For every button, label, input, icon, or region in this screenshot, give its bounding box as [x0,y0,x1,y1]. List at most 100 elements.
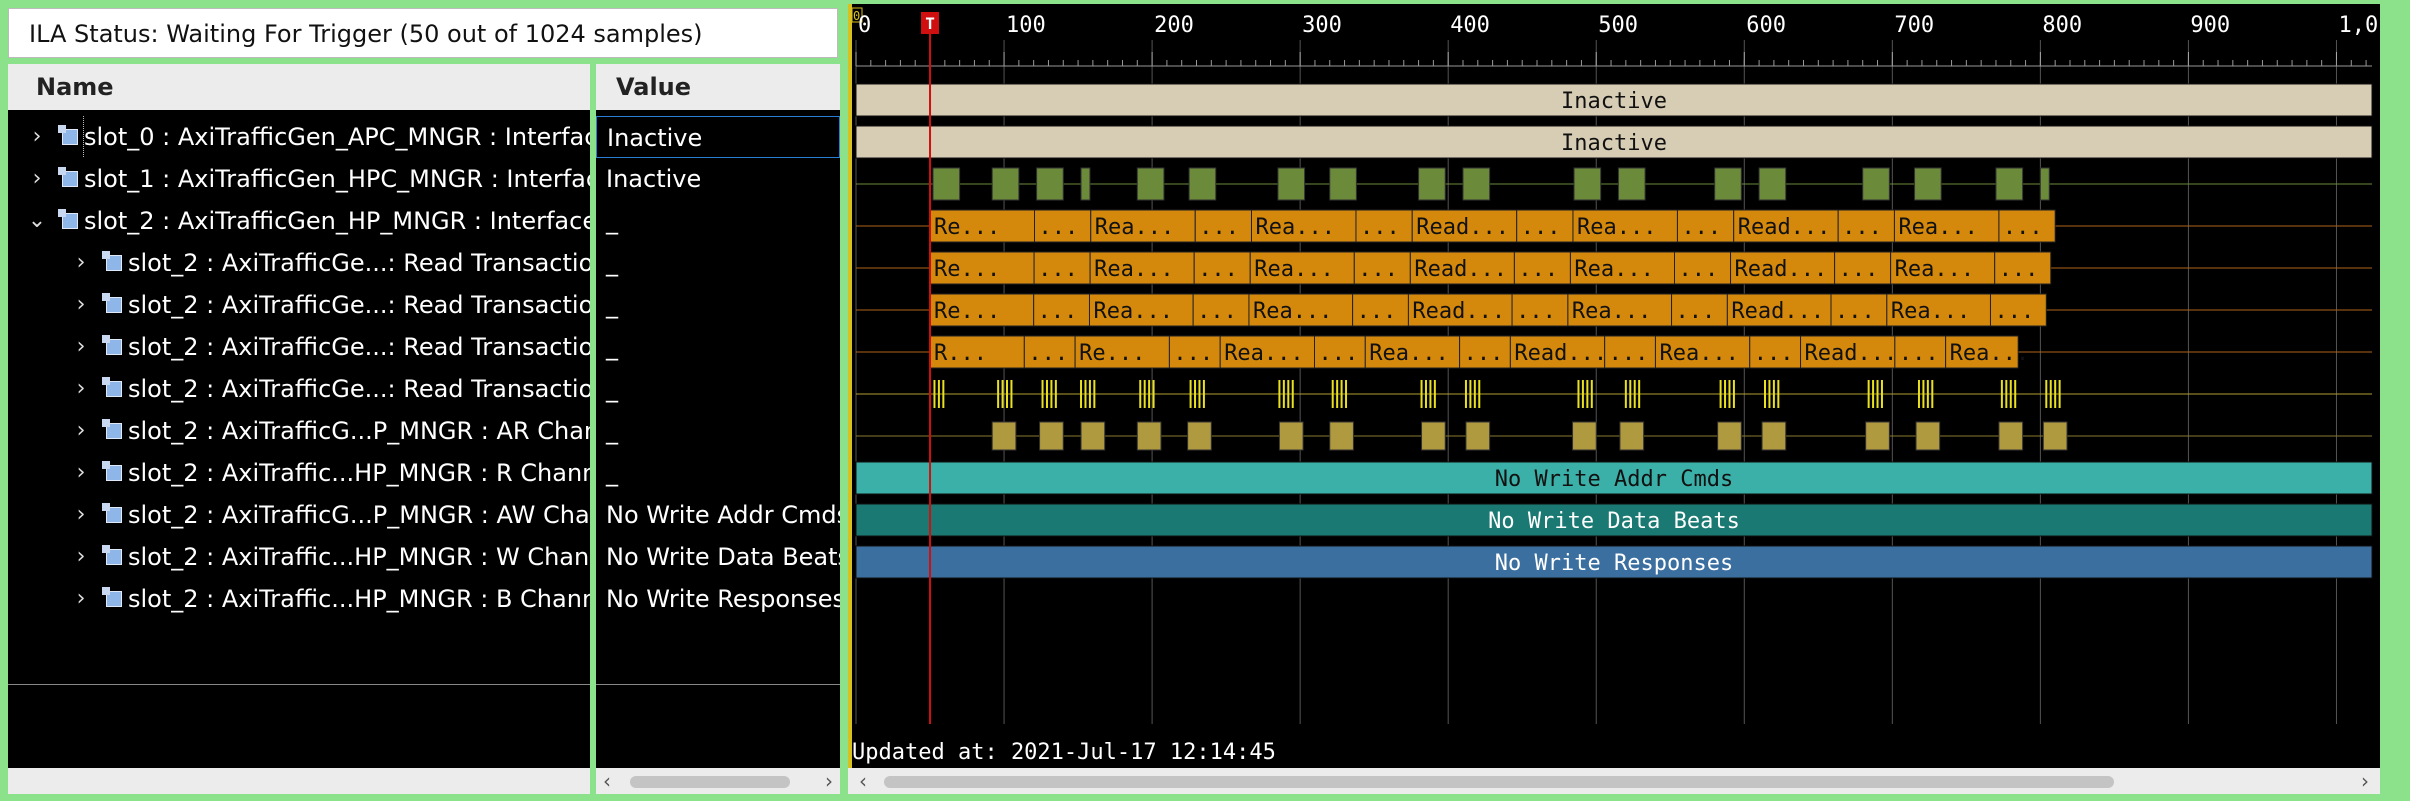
read-transaction-label: Read... [1414,257,1507,282]
signal-row[interactable]: › slot_1 : AxiTrafficGen_HPC_MNGR : Inter… [8,158,590,200]
interface-activity-block [1277,167,1306,201]
read-transaction-label: ... [1994,299,2034,324]
signal-value[interactable]: No Write Addr Cmds [596,494,840,536]
chevron-down-icon[interactable]: ⌄ [22,200,52,242]
r-data-beat-group [991,421,1017,451]
r-data-beat-group [1187,421,1212,451]
signal-name: slot_2 : AxiTrafficG...P_MNGR : AR Chann… [128,417,590,445]
chevron-right-icon[interactable]: › [66,242,96,284]
interface-activity-block [1617,167,1646,201]
interface-activity-block [1188,167,1217,201]
wave-scroll-left-icon[interactable]: ‹ [852,768,874,794]
interface-signal-icon [102,377,122,397]
read-transaction-label: ... [1173,341,1213,366]
chevron-right-icon[interactable]: › [66,284,96,326]
x-tick-label: 800 [2042,13,2082,38]
read-transaction-label: Rea... [1574,257,1653,282]
read-transaction-label: ... [1676,299,1716,324]
wave-scroll-thumb[interactable] [884,776,2114,788]
signal-row[interactable]: › slot_2 : AxiTraffic...HP_MNGR : B Chann… [8,578,590,620]
signal-value[interactable]: No Write Responses [596,578,840,620]
signal-row[interactable]: ⌄ slot_2 : AxiTrafficGen_HP_MNGR : Interf… [8,200,590,242]
signal-value[interactable]: _ [596,200,840,242]
chevron-right-icon[interactable]: › [66,578,96,620]
chevron-right-icon[interactable]: › [22,158,52,200]
interface-signal-icon [58,209,78,229]
r-data-beat-group [1329,421,1354,451]
waveform-canvas[interactable]: 00 100 200 300 400 500 600 700 800 900 1,0Inactive… [848,4,2380,794]
read-transaction-label: Rea... [1572,299,1651,324]
chevron-right-icon[interactable]: › [22,116,52,158]
signal-row[interactable]: › slot_2 : AxiTrafficGe...: Read Transact… [8,326,590,368]
chevron-right-icon[interactable]: › [66,410,96,452]
name-pane-scrollbar[interactable] [8,768,590,794]
interface-signal-icon [102,503,122,523]
interface-activity-block [1714,167,1742,201]
read-transaction-label: Rea... [1898,215,1977,240]
signal-value[interactable]: _ [596,410,840,452]
read-transaction-label: ... [1521,215,1561,240]
read-transaction-label: Read... [1416,215,1509,240]
signal-row[interactable]: › slot_2 : AxiTrafficG...P_MNGR : AR Chan… [8,410,590,452]
read-transaction-label: ... [1678,257,1718,282]
waveform-scrollbar[interactable]: ‹ › [848,768,2380,794]
signal-row[interactable]: › slot_2 : AxiTrafficGe...: Read Transact… [8,368,590,410]
signal-value[interactable]: Inactive [596,158,840,200]
signal-row[interactable]: › slot_2 : AxiTraffic...HP_MNGR : W Chann… [8,536,590,578]
chevron-right-icon[interactable]: › [66,452,96,494]
signal-value[interactable]: _ [596,452,840,494]
bus-band-label: No Write Data Beats [1488,509,1740,534]
read-transaction-label: ... [1999,257,2039,282]
signal-row[interactable]: › slot_2 : AxiTrafficG...P_MNGR : AW Chan… [8,494,590,536]
interface-signal-icon [102,419,122,439]
value-scroll-thumb[interactable] [630,776,790,788]
signal-value[interactable]: No Write Data Beats [596,536,840,578]
read-transaction-label: Re... [934,215,1000,240]
value-column-header[interactable]: Value [596,64,840,110]
read-transaction-label: ... [1038,257,1078,282]
read-transaction-label: Rea... [1094,257,1173,282]
scroll-right-icon[interactable]: › [818,768,840,794]
signal-name: slot_2 : AxiTrafficG...P_MNGR : AW Chann… [128,501,590,529]
x-tick-label: 100 [1006,13,1046,38]
signal-value[interactable]: _ [596,284,840,326]
value-pane-scrollbar[interactable]: ‹ › [596,768,840,794]
read-transaction-label: Re... [1079,341,1145,366]
x-tick-label: 600 [1746,13,1786,38]
read-transaction-label: Read... [1514,341,1607,366]
interface-activity-block [1136,167,1165,201]
signal-row[interactable]: › slot_2 : AxiTrafficGe...: Read Transact… [8,242,590,284]
r-data-beat-group [1915,421,1941,451]
signal-value[interactable]: _ [596,368,840,410]
signal-row[interactable]: › slot_0 : AxiTrafficGen_APC_MNGR : Inter… [8,116,590,158]
chevron-right-icon[interactable]: › [66,494,96,536]
r-data-beat-group [1136,421,1162,451]
signal-value[interactable]: _ [596,326,840,368]
read-transaction-label: Read... [1805,341,1898,366]
waveform-edge [848,4,852,794]
x-tick-label: 200 [1154,13,1194,38]
signal-row[interactable]: › slot_2 : AxiTrafficGe...: Read Transact… [8,284,590,326]
interface-signal-icon [102,251,122,271]
interface-signal-icon [102,335,122,355]
signal-value[interactable]: Inactive [596,116,840,158]
read-transaction-label: ... [1038,299,1078,324]
wave-scroll-right-icon[interactable]: › [2354,768,2376,794]
ila-status-bar: ILA Status: Waiting For Trigger (50 out … [8,8,838,58]
read-transaction-label: R... [934,341,987,366]
r-data-beat-group [1572,421,1597,451]
interface-activity-block [1462,167,1491,201]
signal-value[interactable]: _ [596,242,840,284]
scroll-left-icon[interactable]: ‹ [596,768,618,794]
read-transaction-label: Rea... [1255,215,1334,240]
read-transaction-label: ... [1198,257,1238,282]
chevron-right-icon[interactable]: › [66,368,96,410]
name-column-header[interactable]: Name [8,64,590,110]
chevron-right-icon[interactable]: › [66,326,96,368]
x-tick-label: 300 [1302,13,1342,38]
signal-row[interactable]: › slot_2 : AxiTraffic...HP_MNGR : R Chann… [8,452,590,494]
signal-name: slot_2 : AxiTraffic...HP_MNGR : W Channe… [128,543,590,571]
value-column-pane: Value Inactive Inactive _ _ _ _ _ _ _ No Write Ad… [596,64,840,794]
chevron-right-icon[interactable]: › [66,536,96,578]
waveform-pane[interactable]: 0 0 100 200 300 400 500 600 700 800 900 1,0 Inactive… [848,4,2380,794]
